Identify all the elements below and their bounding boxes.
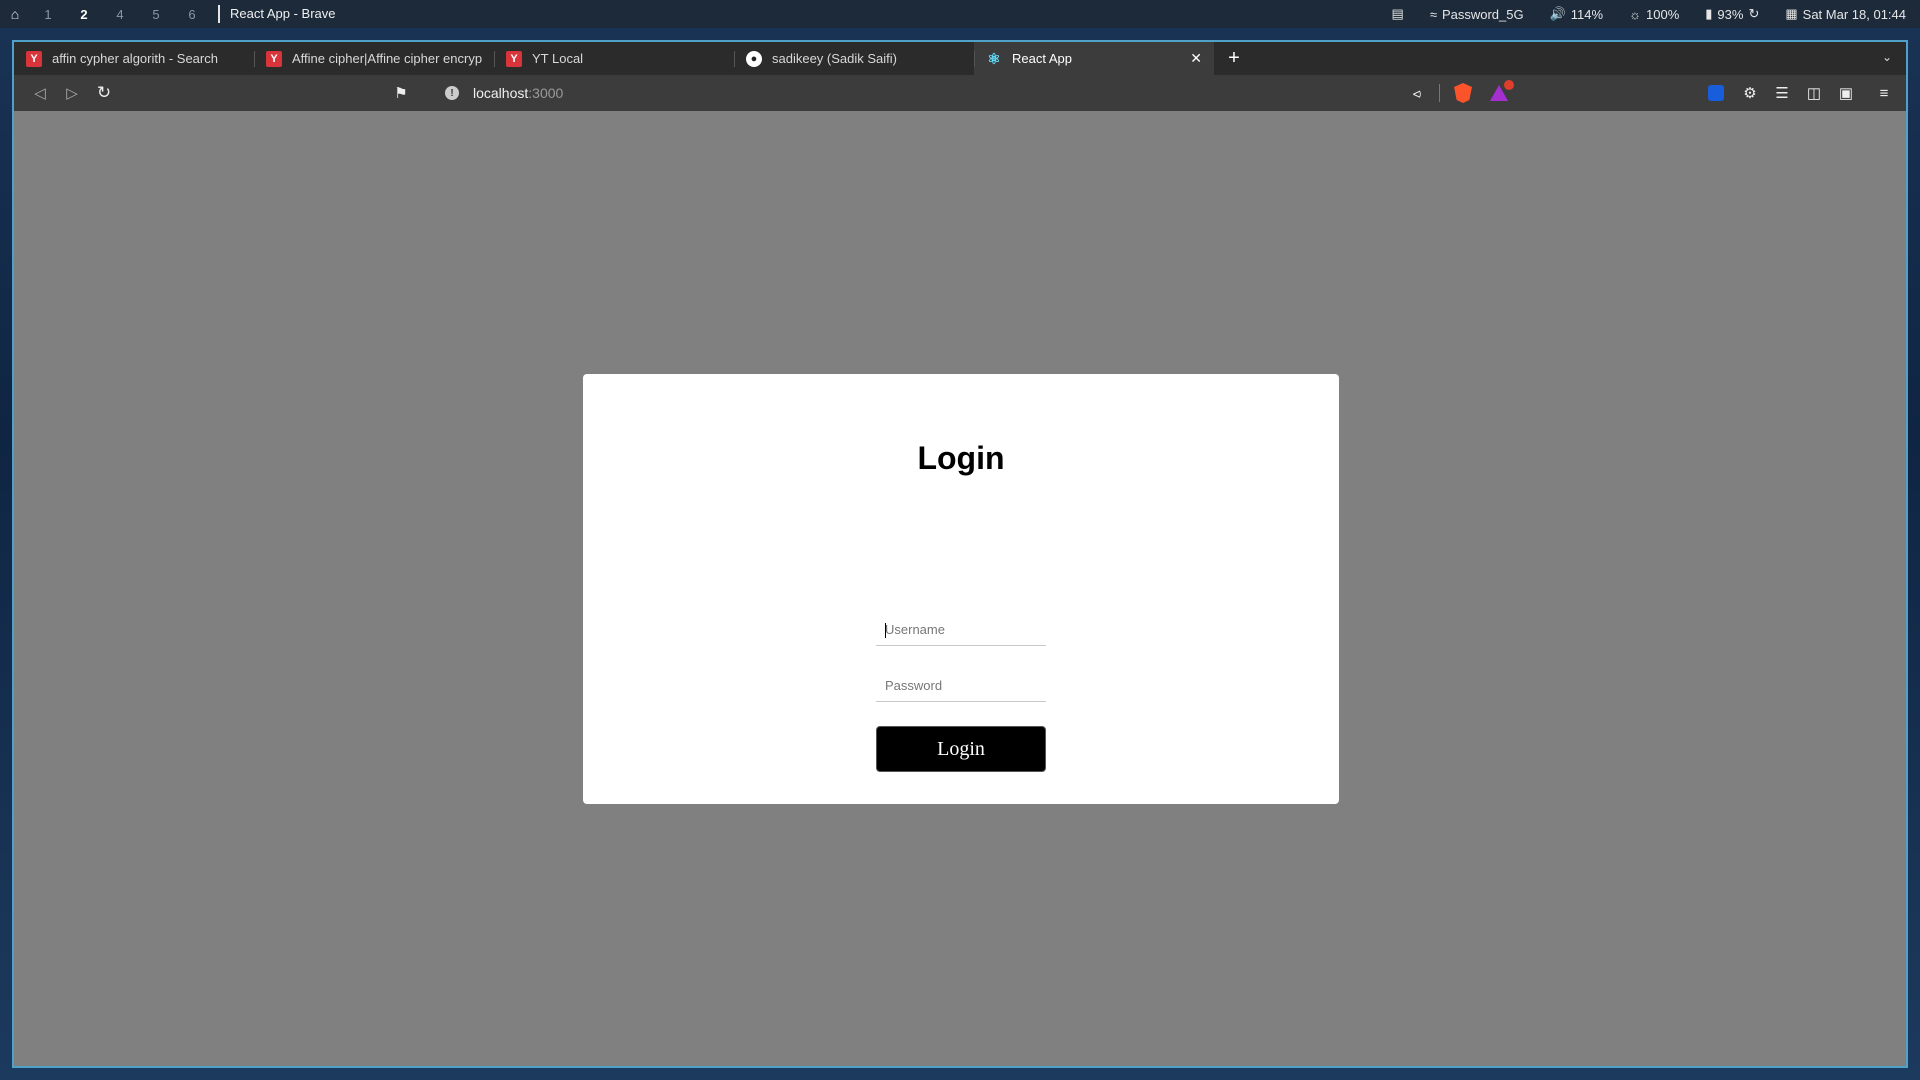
tab-strip: Y affin cypher algorith - Search Y Affin… <box>14 42 1906 75</box>
tab-react-app[interactable]: ⚛ React App ✕ <box>974 42 1214 75</box>
address-bar[interactable]: ⚑ ! localhost:3000 <box>389 75 563 111</box>
brave-shields-icon[interactable] <box>1454 83 1472 103</box>
menu-icon[interactable]: ≡ <box>1862 85 1906 102</box>
browser-toolbar: ◁ ▷ ↻ ⚑ ! localhost:3000 ⪦ ⚙ ☰ ◫ ▣ ≡ <box>14 75 1906 111</box>
workspace-6[interactable]: 6 <box>174 7 210 22</box>
password-input[interactable] <box>876 670 1046 702</box>
brightness-icon: ☼ <box>1629 6 1642 22</box>
site-info-icon[interactable]: ! <box>445 86 459 100</box>
tab-affin-search[interactable]: Y affin cypher algorith - Search <box>14 42 254 75</box>
reload-icon[interactable]: ↻ <box>88 79 120 107</box>
wifi-icon: ≈ <box>1429 6 1437 22</box>
navigation-buttons: ◁ ▷ ↻ <box>24 79 120 107</box>
workspace-1[interactable]: 1 <box>30 7 66 22</box>
home-icon[interactable]: ⌂ <box>0 6 30 22</box>
calendar-icon: ▦ <box>1785 6 1798 21</box>
login-heading: Login <box>917 440 1005 476</box>
y-search-icon: Y <box>266 50 282 67</box>
chevron-down-icon[interactable]: ⌄ <box>1882 50 1892 64</box>
y-search-icon: Y <box>26 50 42 67</box>
tab-affine-cipher[interactable]: Y Affine cipher|Affine cipher encryptic <box>254 42 494 75</box>
status-area: ▤ ≈ Password_5G 🔊 114% ☼ 100% ▮ 93% ↻ ▦ Sat Ma… <box>1392 0 1906 28</box>
new-tab-button[interactable]: + <box>1214 42 1254 75</box>
workspace-switcher: ⌂ 1 2 4 5 6 <box>0 0 210 28</box>
brave-rewards-icon[interactable] <box>1490 80 1514 101</box>
login-card: Login Login <box>583 374 1339 804</box>
extensions-icon[interactable]: ⚙ <box>1734 84 1766 102</box>
back-icon[interactable]: ◁ <box>24 79 56 107</box>
bitwarden-icon[interactable] <box>1708 85 1724 101</box>
sidebar-icon[interactable]: ◫ <box>1798 84 1830 102</box>
battery-icon: ▮ <box>1705 6 1713 21</box>
refresh-icon: ↻ <box>1748 6 1760 21</box>
playlist-icon[interactable]: ☰ <box>1766 84 1798 102</box>
workspace-4[interactable]: 4 <box>102 7 138 22</box>
clipboard-icon[interactable]: ▤ <box>1392 6 1404 22</box>
forward-icon[interactable]: ▷ <box>56 79 88 107</box>
brightness-status[interactable]: ☼ 100% <box>1629 7 1679 22</box>
tab-github[interactable]: ● sadikeey (Sadik Saifi) <box>734 42 974 75</box>
react-icon: ⚛ <box>987 50 1001 68</box>
volume-status[interactable]: 🔊 114% <box>1550 6 1603 22</box>
toolbar-actions: ⪦ ⚙ ☰ ◫ ▣ ≡ <box>1401 75 1906 111</box>
text-cursor <box>885 623 886 638</box>
battery-status[interactable]: ▮ 93% ↻ <box>1705 6 1759 22</box>
bookmark-icon[interactable]: ⚑ <box>389 84 413 102</box>
username-input[interactable] <box>876 614 1046 646</box>
share-icon[interactable]: ⪦ <box>1401 85 1433 102</box>
wallet-icon[interactable]: ▣ <box>1830 84 1862 102</box>
window-title: React App - Brave <box>218 5 336 23</box>
y-search-icon: Y <box>506 50 522 67</box>
url-port: :3000 <box>528 85 564 101</box>
url-text[interactable]: localhost:3000 <box>473 85 563 101</box>
close-tab-icon[interactable]: ✕ <box>1190 50 1202 67</box>
github-icon: ● <box>746 50 762 67</box>
notification-dot <box>1504 80 1514 90</box>
system-top-bar: ⌂ 1 2 4 5 6 React App - Brave ▤ ≈ Passwor… <box>0 0 1920 28</box>
wifi-status[interactable]: ≈ Password_5G <box>1430 7 1524 22</box>
browser-window: Y affin cypher algorith - Search Y Affin… <box>12 40 1908 1068</box>
toolbar-divider <box>1439 84 1440 102</box>
page-viewport: Login Login <box>14 111 1906 1066</box>
workspace-2[interactable]: 2 <box>66 7 102 22</box>
clock[interactable]: ▦ Sat Mar 18, 01:44 <box>1785 6 1906 22</box>
workspace-5[interactable]: 5 <box>138 7 174 22</box>
login-button[interactable]: Login <box>876 726 1046 772</box>
tab-yt-local[interactable]: Y YT Local <box>494 42 734 75</box>
volume-icon: 🔊 <box>1549 6 1566 21</box>
url-host: localhost <box>473 85 529 101</box>
